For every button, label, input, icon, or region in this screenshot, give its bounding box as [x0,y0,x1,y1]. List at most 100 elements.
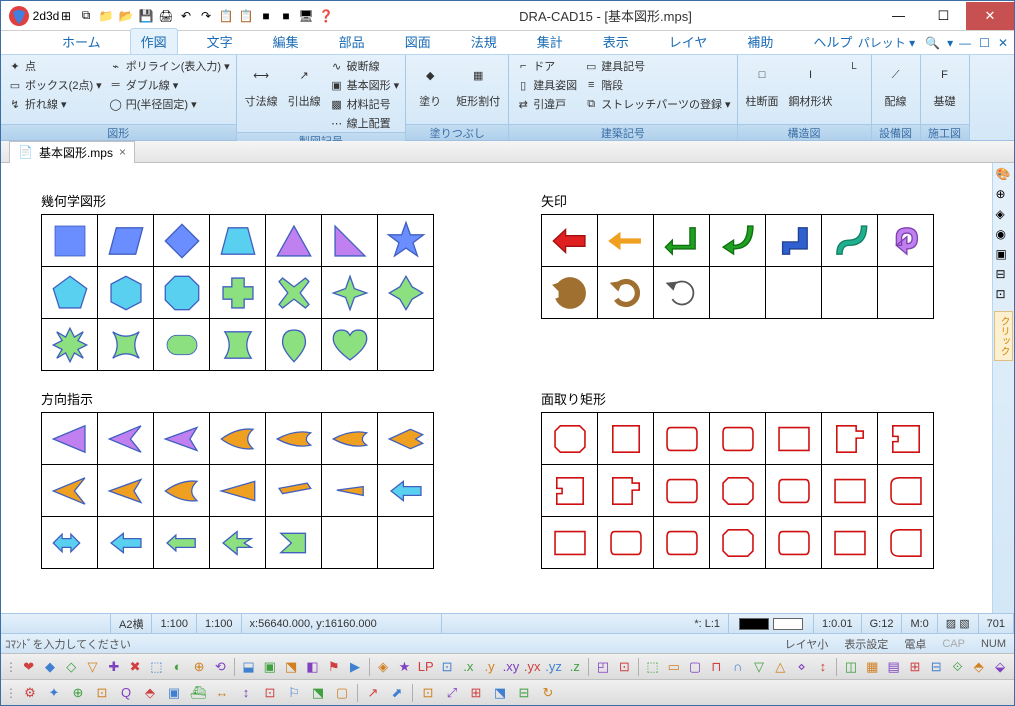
search-icon[interactable]: 🔍 [925,36,943,50]
geom-shape-20[interactable] [378,319,434,371]
chamfer-shape-9[interactable] [654,465,710,517]
status-paper[interactable]: A2横 [111,614,152,633]
status-layer[interactable]: *: L:1 [686,614,729,633]
toolbar1-btn-47[interactable]: ⟐ [948,656,967,678]
ribbon-図形-item-4[interactable]: ═ダブル線 ▾ [106,76,232,94]
ribbon-tab-6[interactable]: 法規 [460,28,508,54]
toolbar1-btn-25[interactable]: .yx [523,656,542,678]
toolbar2-btn-18[interactable]: ⊡ [417,682,439,704]
toolbar1-btn-42[interactable]: ◫ [841,656,860,678]
qat-button-3[interactable]: 📁 [97,7,115,25]
toolbar1-btn-3[interactable]: ▽ [83,656,102,678]
ribbon-tab-9[interactable]: レイヤ [658,28,719,54]
geom-shape-5[interactable] [322,215,378,267]
sidebar-icon-2[interactable]: ⊕ [996,187,1012,203]
ribbon-製図記号-item-2[interactable]: ▩材料記号 [327,95,402,113]
chamfer-shape-15[interactable] [598,517,654,569]
ribbon-施工図-big-0[interactable]: F基礎 [925,57,965,111]
ribbon-建築記号-item-1[interactable]: ▯建具姿図 [513,76,579,94]
chamfer-shape-19[interactable] [822,517,878,569]
chamfer-shape-16[interactable] [654,517,710,569]
toolbar1-btn-14[interactable]: ◧ [303,656,322,678]
ribbon-tab-1[interactable]: 作図 [130,28,178,54]
geom-shape-11[interactable] [266,267,322,319]
chamfer-shape-20[interactable] [878,517,934,569]
arrow-shape-0[interactable] [542,215,598,267]
sidebar-icon-1[interactable]: 🎨 [996,167,1012,183]
ribbon-構造図-side[interactable]: └ [839,57,867,81]
toolbar2-btn-5[interactable]: ⬘ [139,682,161,704]
ribbon-図形-item-3[interactable]: ⌁ポリライン(表入力) ▾ [106,57,232,75]
toolbar1-btn-38[interactable]: △ [771,656,790,678]
ribbon-建築記号-item-3[interactable]: ▭建具記号 [581,57,732,75]
status-calculator[interactable]: 電卓 [900,636,930,652]
document-tab[interactable]: 📄 基本図形.mps × [9,141,135,163]
geom-shape-19[interactable] [322,319,378,371]
status-swatches[interactable] [729,614,814,633]
toolbar2-btn-3[interactable]: ⊡ [91,682,113,704]
mdi-min-icon[interactable]: — [957,36,973,50]
ribbon-図形-item-0[interactable]: ✦点 [5,57,104,75]
ribbon-tab-10[interactable]: 補助 [736,28,784,54]
close-button[interactable]: ✕ [966,2,1014,30]
geom-shape-6[interactable] [378,215,434,267]
dir-shape-3[interactable] [210,413,266,465]
dir-shape-11[interactable] [266,465,322,517]
toolbar2-btn-8[interactable]: ↔ [211,682,233,704]
ribbon-tab-0[interactable]: ホーム [51,28,112,54]
status-ratio[interactable]: 1:0.01 [814,614,862,633]
chamfer-shape-11[interactable] [766,465,822,517]
geom-shape-3[interactable] [210,215,266,267]
ribbon-製図記号-big-1[interactable]: ↗引出線 [284,57,325,111]
status-scale2[interactable]: 1:100 [197,614,242,633]
toolbar1-btn-18[interactable]: ◈ [374,656,393,678]
toolbar2-btn-15[interactable]: ↗ [362,682,384,704]
sidebar-icon-7[interactable]: ⊡ [996,287,1012,303]
toolbar2-btn-2[interactable]: ⊕ [67,682,89,704]
status-grid[interactable]: G:12 [862,614,903,633]
toolbar1-btn-19[interactable]: ★ [395,656,414,678]
toolbar1-btn-40[interactable]: ↕ [813,656,832,678]
geom-shape-18[interactable] [266,319,322,371]
chamfer-shape-8[interactable] [598,465,654,517]
chamfer-shape-14[interactable] [542,517,598,569]
toolbar1-btn-21[interactable]: ⊡ [437,656,456,678]
toolbar1-btn-24[interactable]: .xy [501,656,520,678]
dir-shape-2[interactable] [154,413,210,465]
toolbar1-btn-27[interactable]: .z [565,656,584,678]
dir-shape-0[interactable] [42,413,98,465]
dir-shape-14[interactable] [42,517,98,569]
dir-shape-13[interactable] [378,465,434,517]
toolbar1-btn-0[interactable]: ❤ [19,656,38,678]
arrow-shape-1[interactable] [598,215,654,267]
geom-shape-8[interactable] [98,267,154,319]
sidebar-icon-5[interactable]: ▣ [996,247,1012,263]
dir-shape-4[interactable] [266,413,322,465]
qat-button-5[interactable]: 💾 [137,7,155,25]
ribbon-図形-item-5[interactable]: ◯円(半径固定) ▾ [106,95,232,113]
toolbar1-btn-33[interactable]: ▭ [664,656,683,678]
toolbar1-btn-23[interactable]: .y [480,656,499,678]
toolbar2-btn-9[interactable]: ↕ [235,682,257,704]
qat-button-14[interactable]: ❓ [317,7,335,25]
geom-shape-4[interactable] [266,215,322,267]
ribbon-製図記号-item-3[interactable]: ⋯線上配置 [327,114,402,132]
command-prompt[interactable]: ｺﾏﾝﾄﾞを入力してください [5,636,131,652]
ribbon-tab-3[interactable]: 編集 [262,28,310,54]
toolbar1-btn-36[interactable]: ∩ [728,656,747,678]
toolbar2-btn-6[interactable]: ▣ [163,682,185,704]
toolbar2-btn-11[interactable]: ⚐ [283,682,305,704]
toolbar1-btn-43[interactable]: ▦ [863,656,882,678]
status-layer-small[interactable]: レイヤ小 [781,636,833,652]
ribbon-建築記号-item-0[interactable]: ⌐ドア [513,57,579,75]
geom-shape-0[interactable] [42,215,98,267]
toolbar1-btn-20[interactable]: LP [416,656,435,678]
ribbon-tab-2[interactable]: 文字 [196,28,244,54]
toolbar1-btn-46[interactable]: ⊟ [927,656,946,678]
toolbar1-btn-48[interactable]: ⬘ [969,656,988,678]
toolbar1-btn-29[interactable]: ◰ [593,656,612,678]
qat-button-0[interactable]: 2d3d [37,7,55,25]
dir-shape-18[interactable] [266,517,322,569]
ribbon-塗りつぶし-big-1[interactable]: ▦矩形割付 [452,57,504,111]
mdi-close-icon[interactable]: ✕ [996,36,1010,50]
